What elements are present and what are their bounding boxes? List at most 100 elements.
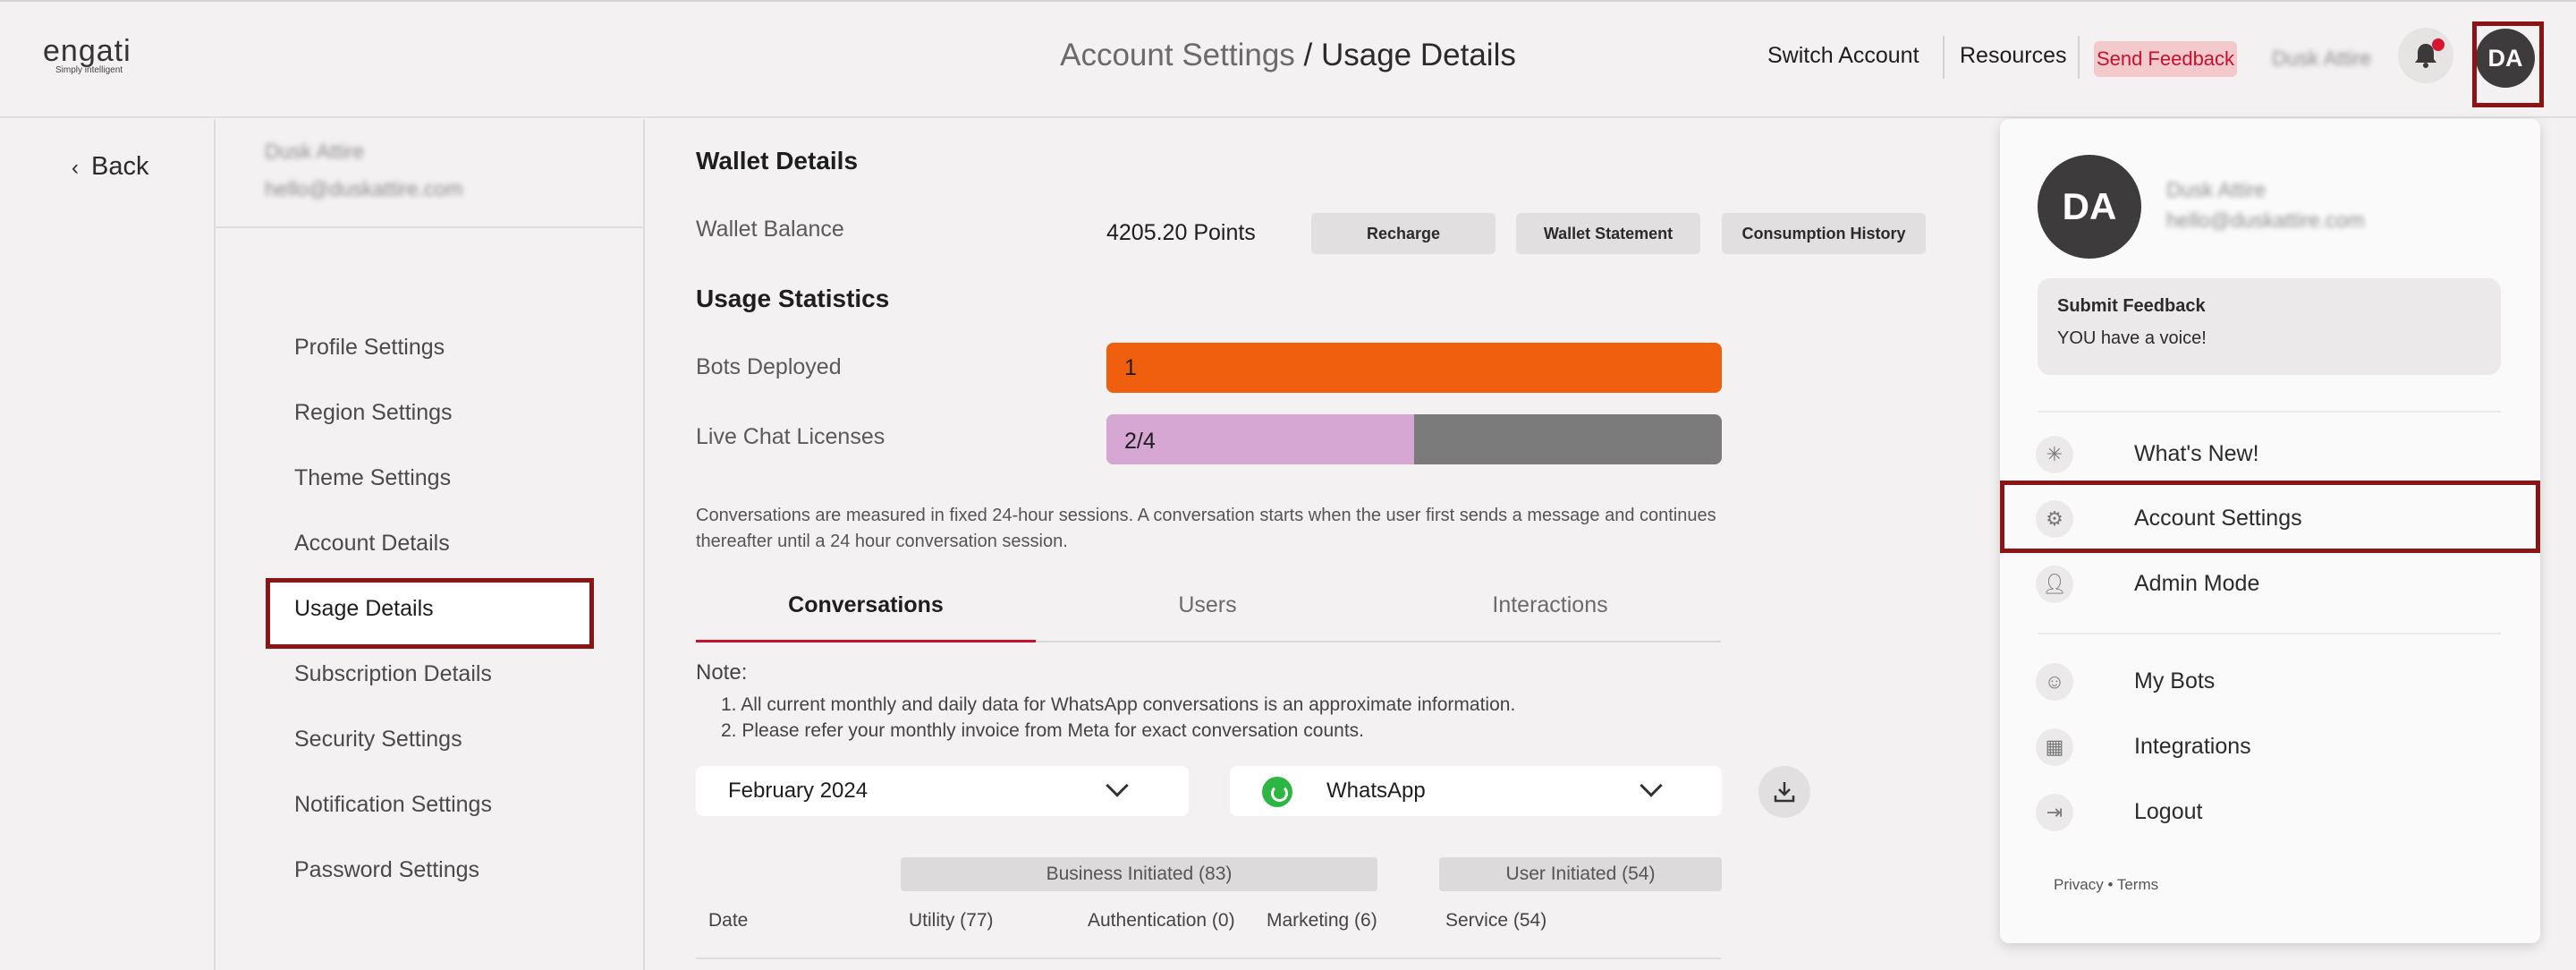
- conversation-description: Conversations are measured in fixed 24-h…: [696, 506, 1716, 551]
- business-initiated-header: Business Initiated (83): [901, 857, 1377, 891]
- logo-text: engati: [43, 34, 131, 68]
- wallet-balance-label: Wallet Balance: [696, 217, 844, 242]
- month-select-value: February 2024: [728, 779, 869, 803]
- submit-feedback-title: Submit Feedback: [2057, 296, 2206, 316]
- recharge-button[interactable]: Recharge: [1311, 213, 1496, 254]
- notification-dot: [2432, 38, 2445, 51]
- breadcrumb-usage-details: Usage Details: [1320, 38, 1516, 72]
- menu-divider: [2038, 633, 2501, 634]
- notifications-button[interactable]: [2398, 28, 2453, 83]
- menu-label: Admin Mode: [2134, 571, 2260, 596]
- chevron-down-icon: [1106, 774, 1129, 797]
- bots-deployed-bar: 1: [1106, 343, 1722, 393]
- menu-my-bots[interactable]: ☺ My Bots: [2036, 659, 2501, 704]
- column-authentication: Authentication (0): [1088, 910, 1235, 931]
- menu-label: Logout: [2134, 799, 2203, 824]
- chevron-left-icon: ‹: [72, 156, 79, 180]
- chevron-down-icon: [1640, 774, 1663, 797]
- note-line-2: 2. Please refer your monthly invoice fro…: [721, 720, 1364, 741]
- account-settings-highlight-box: [2000, 481, 2540, 553]
- note-title: Note:: [696, 660, 748, 685]
- user-menu-dropdown: DA Dusk Attire hello@duskattire.com Subm…: [2000, 119, 2540, 943]
- header-user-name: Dusk Attire: [2272, 47, 2372, 70]
- menu-divider: [2038, 411, 2501, 413]
- month-select[interactable]: February 2024: [696, 766, 1189, 816]
- tab-interactions[interactable]: Interactions: [1380, 592, 1720, 618]
- menu-logout[interactable]: ⇥ Logout: [2036, 790, 2501, 835]
- logo-tagline: Simply intelligent: [55, 65, 123, 75]
- privacy-link[interactable]: Privacy: [2054, 876, 2104, 893]
- sparkle-icon: ✳: [2036, 436, 2073, 473]
- dropdown-user-email: hello@duskattire.com: [2166, 208, 2365, 232]
- download-button[interactable]: [1758, 766, 1810, 818]
- menu-label: Integrations: [2134, 734, 2251, 759]
- usage-statistics-title: Usage Statistics: [696, 285, 890, 312]
- header-divider: [1943, 36, 1945, 79]
- divider: [216, 226, 643, 228]
- bots-deployed-label: Bots Deployed: [696, 354, 842, 379]
- engati-logo[interactable]: engati Simply intelligent: [43, 34, 186, 79]
- back-button[interactable]: ‹ Back: [72, 152, 148, 182]
- top-header: engati Simply intelligent Account Settin…: [0, 0, 2576, 118]
- bot-icon: ☺: [2036, 663, 2073, 701]
- nav-account-details[interactable]: Account Details: [294, 531, 450, 557]
- bots-deployed-value: 1: [1124, 355, 1137, 380]
- nav-profile-settings[interactable]: Profile Settings: [294, 335, 445, 361]
- column-marketing: Marketing (6): [1267, 910, 1377, 931]
- live-chat-licenses-label: Live Chat Licenses: [696, 424, 886, 449]
- account-name: Dusk Attire: [265, 140, 365, 163]
- menu-label: What's New!: [2134, 441, 2259, 466]
- table-divider: [696, 957, 1721, 959]
- live-chat-licenses-bar: 2/4: [1106, 414, 1722, 464]
- nav-notification-settings[interactable]: Notification Settings: [294, 792, 492, 818]
- breadcrumb-account-settings[interactable]: Account Settings: [1060, 38, 1295, 72]
- tab-conversations[interactable]: Conversations: [696, 592, 1036, 618]
- column-date: Date: [708, 910, 749, 931]
- avatar-highlight-box: [2472, 21, 2544, 107]
- menu-whats-new[interactable]: ✳ What's New!: [2036, 432, 2501, 477]
- dropdown-footer: Privacy • Terms: [2054, 876, 2158, 894]
- dropdown-user-name: Dusk Attire: [2166, 178, 2267, 201]
- footer-separator: •: [2107, 876, 2114, 893]
- nav-usage-details[interactable]: Usage Details: [294, 596, 434, 622]
- nav-security-settings[interactable]: Security Settings: [294, 727, 462, 753]
- submit-feedback-subtitle: YOU have a voice!: [2057, 328, 2207, 348]
- submit-feedback-card[interactable]: Submit Feedback YOU have a voice!: [2038, 278, 2501, 375]
- menu-label: My Bots: [2134, 668, 2216, 693]
- download-icon: [1774, 782, 1795, 803]
- grid-icon: ▦: [2036, 728, 2073, 766]
- menu-admin-mode[interactable]: 👤︎ Admin Mode: [2036, 562, 2501, 607]
- channel-select-value: WhatsApp: [1326, 779, 1426, 803]
- breadcrumb-separator: /: [1294, 38, 1321, 72]
- dropdown-avatar: DA: [2038, 155, 2141, 259]
- logout-icon: ⇥: [2036, 794, 2073, 831]
- nav-password-settings[interactable]: Password Settings: [294, 857, 479, 883]
- consumption-history-button[interactable]: Consumption History: [1722, 213, 1926, 254]
- wallet-balance-value: 4205.20 Points: [1106, 220, 1256, 245]
- wallet-details-title: Wallet Details: [696, 147, 859, 174]
- user-initiated-header: User Initiated (54): [1439, 857, 1722, 891]
- resources-link[interactable]: Resources: [1960, 43, 2067, 69]
- nav-subscription-details[interactable]: Subscription Details: [294, 661, 492, 687]
- send-feedback-button[interactable]: Send Feedback: [2094, 41, 2237, 77]
- note-line-1: 1. All current monthly and daily data fo…: [721, 694, 1516, 715]
- nav-region-settings[interactable]: Region Settings: [294, 400, 453, 426]
- back-label: Back: [91, 152, 149, 181]
- account-email: hello@duskattire.com: [265, 177, 463, 200]
- terms-link[interactable]: Terms: [2117, 876, 2158, 893]
- channel-select[interactable]: WhatsApp: [1230, 766, 1722, 816]
- wallet-statement-button[interactable]: Wallet Statement: [1516, 213, 1700, 254]
- active-tab-indicator: [696, 640, 1036, 642]
- switch-account-link[interactable]: Switch Account: [1767, 43, 1919, 69]
- column-service: Service (54): [1445, 910, 1547, 931]
- menu-integrations[interactable]: ▦ Integrations: [2036, 725, 2501, 770]
- live-chat-licenses-value: 2/4: [1124, 429, 1156, 454]
- column-divider: [643, 119, 645, 970]
- nav-theme-settings[interactable]: Theme Settings: [294, 465, 451, 491]
- column-divider: [214, 119, 216, 970]
- whatsapp-icon: [1262, 777, 1292, 807]
- column-utility: Utility (77): [909, 910, 994, 931]
- bots-deployed-fill: [1106, 343, 1722, 393]
- header-divider: [2078, 36, 2080, 79]
- tab-users[interactable]: Users: [1038, 592, 1377, 618]
